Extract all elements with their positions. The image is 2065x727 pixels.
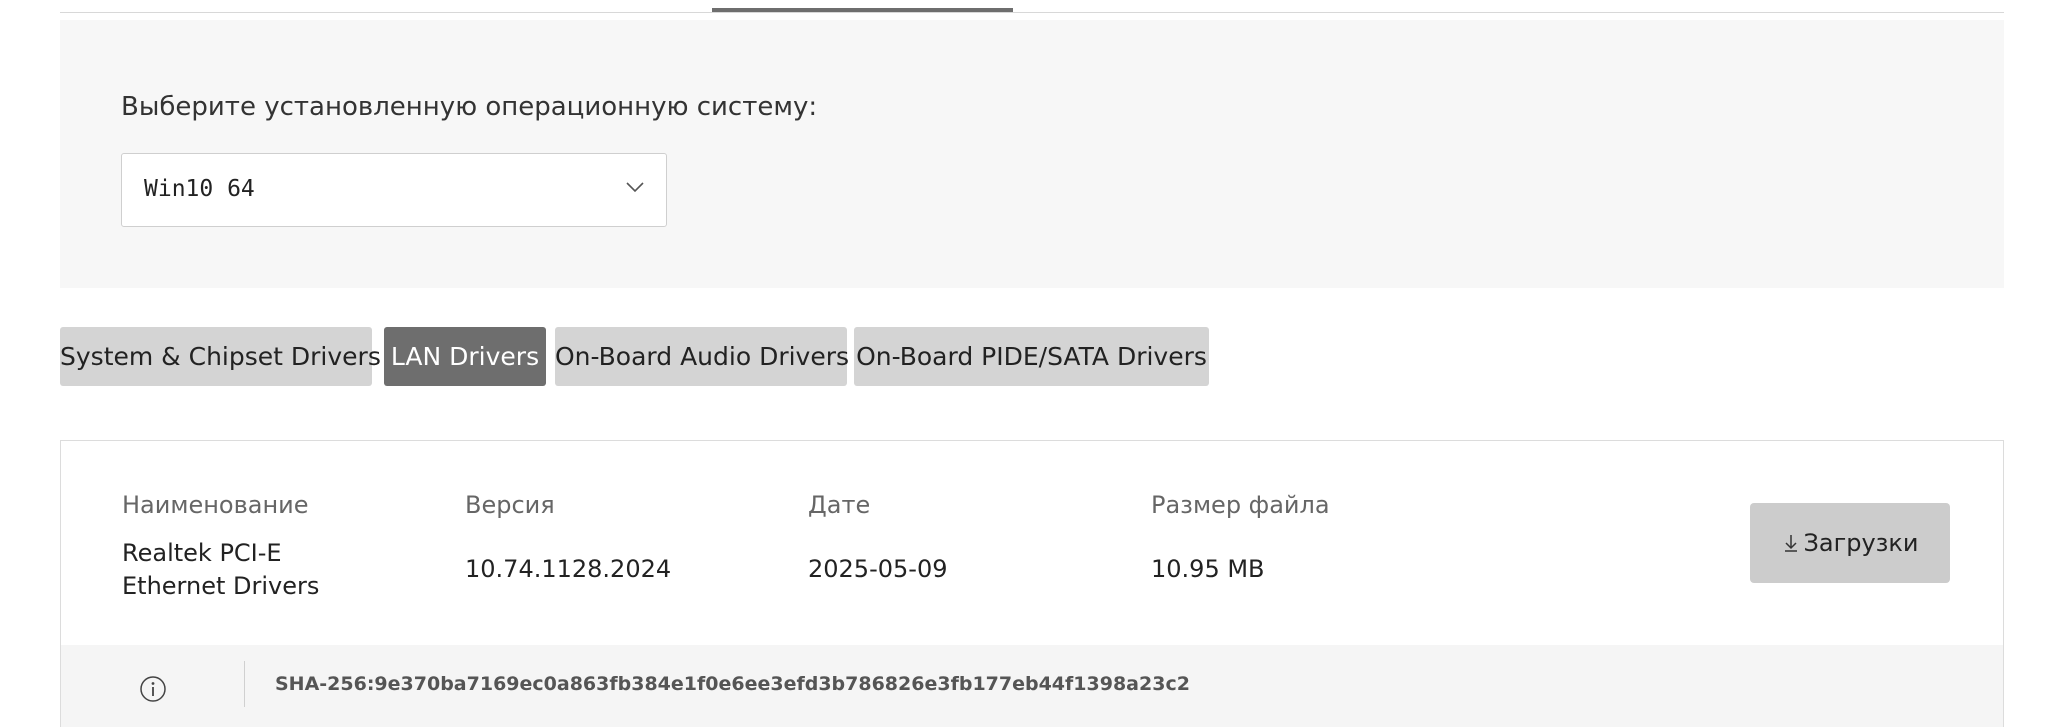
- hash-strip: SHA-256:9e370ba7169ec0a863fb384e1f0e6ee3…: [61, 645, 2003, 727]
- hash-divider: [244, 661, 245, 707]
- tab-lan-drivers[interactable]: LAN Drivers: [384, 327, 546, 386]
- download-button[interactable]: Загрузки: [1750, 503, 1950, 583]
- driver-version: 10.74.1128.2024: [465, 555, 672, 583]
- header-version: Версия: [465, 491, 555, 519]
- header-name: Наименование: [122, 491, 309, 519]
- driver-name: Realtek PCI-E Ethernet Drivers: [122, 539, 320, 600]
- os-selector-label: Выберите установленную операционную сист…: [121, 92, 818, 122]
- tab-onboard-audio-drivers[interactable]: On-Board Audio Drivers: [555, 327, 849, 386]
- driver-file-size: 10.95 MB: [1151, 555, 1265, 583]
- top-tab-active-indicator: [712, 8, 1013, 12]
- tab-system-chipset-drivers[interactable]: System & Chipset Drivers: [60, 327, 381, 386]
- driver-card: Наименование Версия Дате Размер файла Re…: [60, 440, 2004, 727]
- top-divider: [60, 12, 2004, 13]
- download-icon: [1784, 535, 1797, 552]
- tab-onboard-pide-sata-drivers[interactable]: On-Board PIDE/SATA Drivers: [854, 327, 1209, 386]
- os-select-value: Win10 64: [144, 176, 255, 202]
- header-file-size: Размер файла: [1151, 491, 1330, 519]
- download-button-label: Загрузки: [1803, 529, 1919, 557]
- sha256-hash: SHA-256:9e370ba7169ec0a863fb384e1f0e6ee3…: [275, 673, 1190, 695]
- header-date: Дате: [808, 491, 871, 519]
- info-icon[interactable]: [139, 675, 167, 703]
- chevron-down-icon: [626, 182, 644, 193]
- os-select-dropdown[interactable]: Win10 64: [121, 153, 667, 227]
- driver-date: 2025-05-09: [808, 555, 948, 583]
